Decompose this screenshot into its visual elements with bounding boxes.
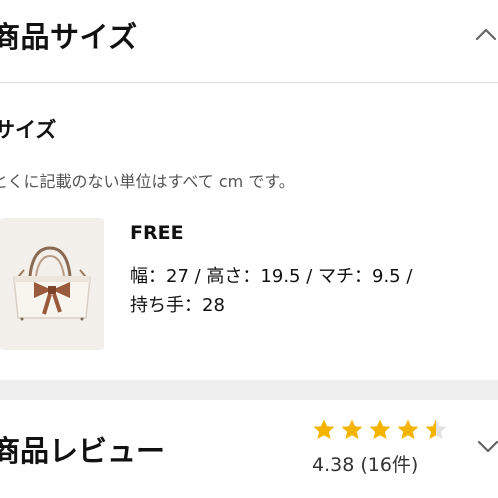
section-separator [0, 380, 498, 400]
rating-stars [313, 419, 447, 439]
chevron-down-icon[interactable] [476, 434, 498, 458]
product-size-header[interactable]: 商品サイズ [0, 0, 498, 82]
star-icon [341, 419, 363, 439]
size-label: FREE [130, 222, 184, 244]
dimensions-line-2: 持ち手：28 [130, 295, 225, 316]
unit-note: とくに記載のない単位はすべて cm です。 [0, 172, 295, 191]
size-subtitle: サイズ [0, 118, 57, 142]
rating-summary: 4.38 (16件) [312, 454, 419, 476]
section-title: 商品サイズ [0, 20, 138, 54]
divider [0, 82, 498, 83]
chevron-up-icon[interactable] [474, 22, 498, 46]
handbag-image [0, 218, 104, 350]
star-icon [369, 419, 391, 439]
dimensions-line-1: 幅：27 / 高さ：19.5 / マチ：9.5 / [130, 266, 413, 287]
reviews-title[interactable]: 商品レビュー [0, 428, 165, 470]
star-icon [397, 419, 419, 439]
star-icon [313, 419, 335, 439]
product-thumbnail [0, 218, 104, 350]
